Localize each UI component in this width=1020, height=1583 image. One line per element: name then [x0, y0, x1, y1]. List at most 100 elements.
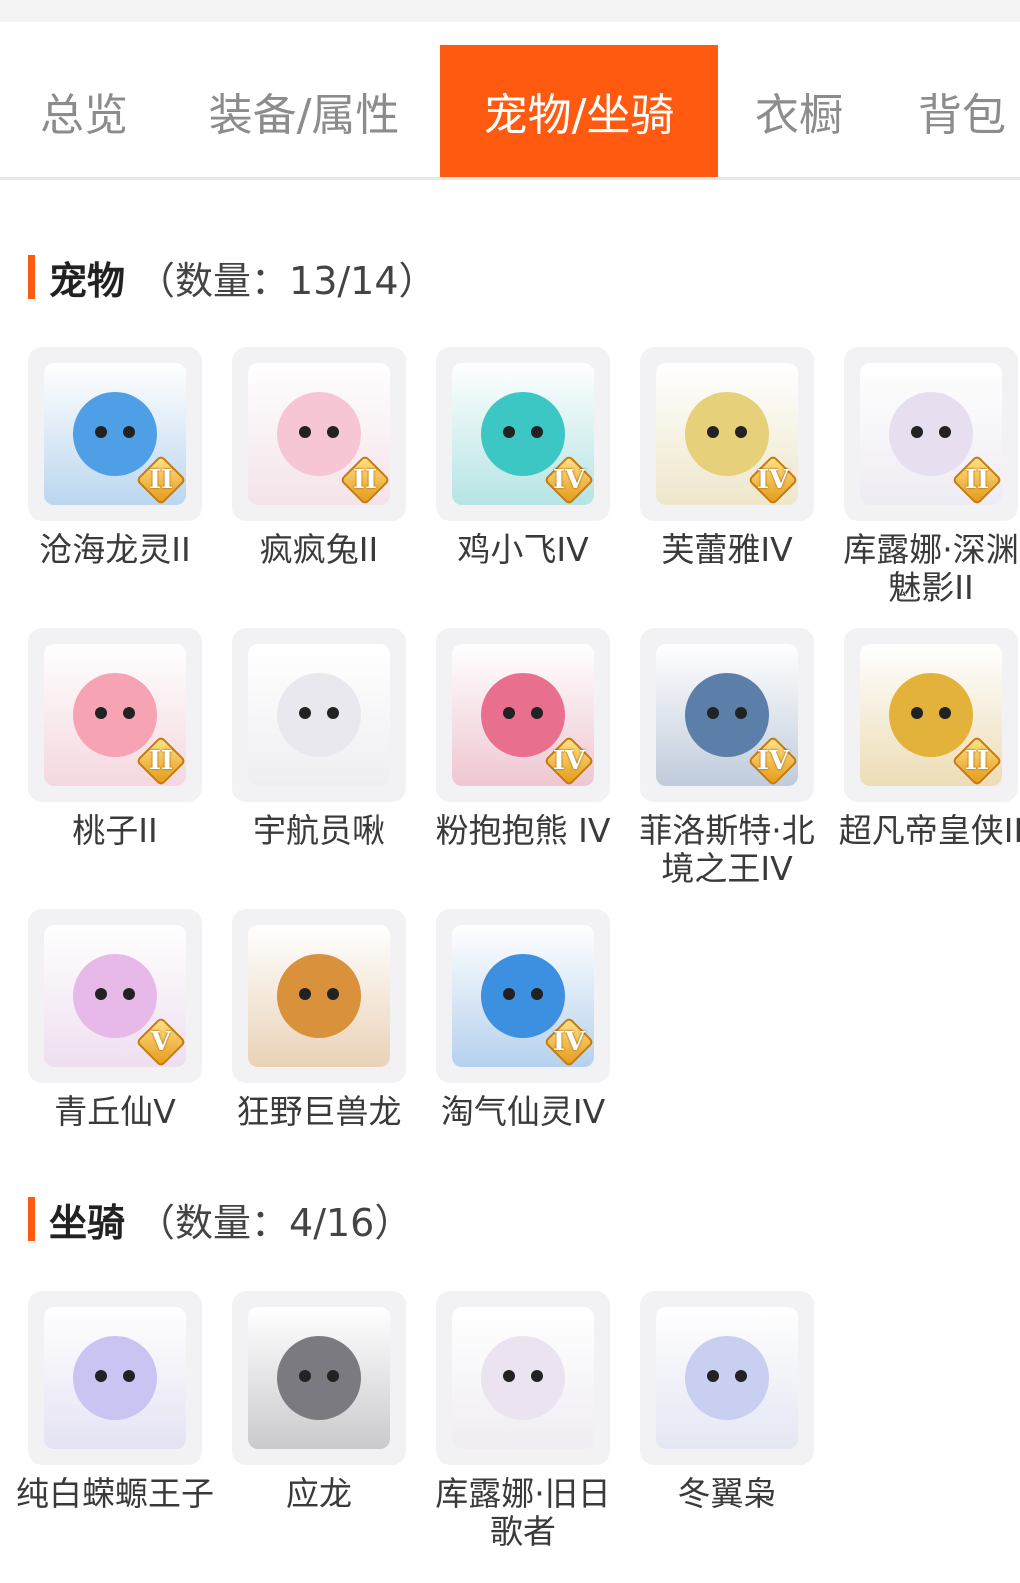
mounts-item[interactable]: 纯白蝾螈王子	[13, 1291, 217, 1513]
mounts-count: （数量：4/16）	[137, 1200, 413, 1245]
mounts-name: 库露娜·旧日歌者	[435, 1474, 611, 1551]
rank-badge-icon: IV	[746, 734, 800, 788]
pets-portrait[interactable]: IV	[640, 628, 814, 802]
rank-badge-icon: IV	[542, 453, 596, 507]
tab-pets-mounts[interactable]: 宠物/坐骑	[440, 45, 718, 177]
pets-item[interactable]: 宇航员啾	[217, 628, 421, 850]
section-accent-bar	[28, 1197, 35, 1241]
mounts-portrait[interactable]	[28, 1291, 202, 1465]
pets-name: 疯疯兔II	[259, 530, 379, 569]
character-face-icon	[73, 1336, 157, 1420]
pets-portrait[interactable]: V	[28, 909, 202, 1083]
pets-item[interactable]: V 青丘仙V	[13, 909, 217, 1131]
mounts-item[interactable]: 应龙	[217, 1291, 421, 1513]
pets-portrait[interactable]: II	[844, 628, 1018, 802]
pets-name: 粉抱抱熊 IV	[435, 811, 611, 850]
rank-badge-icon: V	[134, 1015, 188, 1069]
mounts-portrait[interactable]	[640, 1291, 814, 1465]
character-face-icon	[277, 673, 361, 757]
tab-equipment-attributes[interactable]: 装备/属性	[168, 45, 440, 177]
mounts-title: 坐骑	[49, 1200, 126, 1245]
pets-count: （数量：13/14）	[137, 258, 437, 303]
rank-badge-icon: II	[950, 453, 1004, 507]
rank-badge-icon: IV	[542, 734, 596, 788]
pets-item[interactable]: II 库露娜·深渊魅影II	[829, 347, 1020, 607]
tab-bar: 总览 装备/属性 宠物/坐骑 衣橱 背包	[0, 45, 1020, 180]
pets-portrait[interactable]: II	[844, 347, 1018, 521]
top-strip	[0, 0, 1020, 22]
tab-wardrobe[interactable]: 衣橱	[718, 45, 880, 177]
pets-portrait[interactable]: IV	[436, 909, 610, 1083]
pets-item[interactable]: IV 粉抱抱熊 IV	[421, 628, 625, 850]
section-accent-bar	[28, 255, 35, 299]
rank-badge-text: II	[352, 465, 378, 495]
rank-badge-icon: II	[950, 734, 1004, 788]
rank-badge-text: IV	[552, 465, 586, 495]
rank-badge-text: IV	[756, 465, 790, 495]
pets-portrait[interactable]: IV	[640, 347, 814, 521]
rank-badge-text: V	[150, 1027, 172, 1057]
rank-badge-text: II	[148, 465, 174, 495]
rank-badge-icon: II	[134, 734, 188, 788]
rank-badge-text: II	[964, 746, 990, 776]
mounts-portrait-art	[452, 1307, 594, 1449]
rank-badge-icon: II	[134, 453, 188, 507]
rank-badge-text: IV	[756, 746, 790, 776]
pets-name: 芙蕾雅IV	[661, 530, 793, 569]
pets-item[interactable]: II 沧海龙灵II	[13, 347, 217, 569]
rank-badge-text: II	[964, 465, 990, 495]
pets-portrait[interactable]: IV	[436, 628, 610, 802]
pets-section-heading: 宠物 （数量：13/14）	[28, 255, 437, 303]
mounts-name: 纯白蝾螈王子	[16, 1474, 214, 1513]
pets-item[interactable]: 狂野巨兽龙	[217, 909, 421, 1131]
character-face-icon	[277, 1336, 361, 1420]
pets-item[interactable]: IV 芙蕾雅IV	[625, 347, 829, 569]
pets-name: 淘气仙灵IV	[440, 1092, 606, 1131]
pets-portrait-art	[248, 925, 390, 1067]
character-face-icon	[685, 1336, 769, 1420]
pets-name: 桃子II	[72, 811, 158, 850]
mounts-name: 冬翼枭	[677, 1474, 777, 1513]
pets-item[interactable]: II 桃子II	[13, 628, 217, 850]
mounts-portrait-art	[248, 1307, 390, 1449]
pets-name: 青丘仙V	[54, 1092, 176, 1131]
rank-badge-text: IV	[552, 746, 586, 776]
pets-name: 沧海龙灵II	[39, 530, 191, 569]
rank-badge-icon: IV	[746, 453, 800, 507]
mounts-portrait[interactable]	[232, 1291, 406, 1465]
pets-title: 宠物	[49, 258, 126, 303]
mounts-item[interactable]: 冬翼枭	[625, 1291, 829, 1513]
tab-overview[interactable]: 总览	[0, 45, 168, 177]
pets-item[interactable]: IV 鸡小飞IV	[421, 347, 625, 569]
pets-portrait[interactable]	[232, 909, 406, 1083]
pets-portrait[interactable]: II	[28, 347, 202, 521]
mounts-portrait-art	[656, 1307, 798, 1449]
pets-portrait[interactable]: IV	[436, 347, 610, 521]
pets-portrait[interactable]: II	[28, 628, 202, 802]
rank-badge-icon: II	[338, 453, 392, 507]
pets-name: 库露娜·深渊魅影II	[843, 530, 1019, 607]
mounts-item[interactable]: 库露娜·旧日歌者	[421, 1291, 625, 1551]
pets-item[interactable]: II 疯疯兔II	[217, 347, 421, 569]
mounts-portrait[interactable]	[436, 1291, 610, 1465]
pets-portrait[interactable]	[232, 628, 406, 802]
rank-badge-text: II	[148, 746, 174, 776]
mounts-section-heading: 坐骑 （数量：4/16）	[28, 1197, 412, 1245]
tab-backpack[interactable]: 背包	[880, 45, 1020, 177]
pets-name: 宇航员啾	[253, 811, 385, 850]
pets-item[interactable]: II 超凡帝皇侠II	[829, 628, 1020, 850]
rank-badge-text: IV	[552, 1027, 586, 1057]
character-face-icon	[481, 1336, 565, 1420]
rank-badge-icon: IV	[542, 1015, 596, 1069]
pets-name: 狂野巨兽龙	[236, 1092, 402, 1131]
mounts-name: 应龙	[286, 1474, 352, 1513]
pets-name: 超凡帝皇侠II	[838, 811, 1020, 850]
pets-name: 菲洛斯特·北境之王IV	[639, 811, 815, 888]
character-face-icon	[277, 954, 361, 1038]
pets-item[interactable]: IV 菲洛斯特·北境之王IV	[625, 628, 829, 888]
pets-name: 鸡小飞IV	[457, 530, 589, 569]
pets-portrait[interactable]: II	[232, 347, 406, 521]
mounts-portrait-art	[44, 1307, 186, 1449]
pets-item[interactable]: IV 淘气仙灵IV	[421, 909, 625, 1131]
pets-portrait-art	[248, 644, 390, 786]
